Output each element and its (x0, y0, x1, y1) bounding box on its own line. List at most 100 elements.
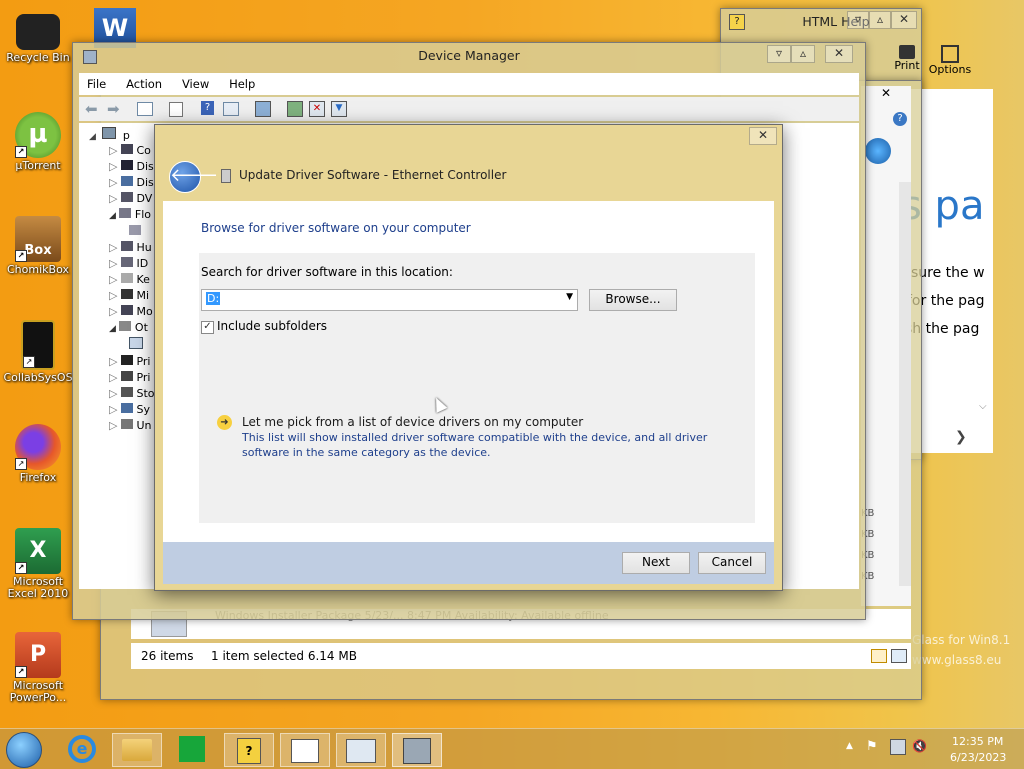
expand-arrow-icon[interactable]: ▷ (109, 355, 117, 368)
next-button[interactable]: Next (622, 552, 690, 574)
maximize-button[interactable]: ▵ (869, 11, 891, 29)
help-icon[interactable]: ? (893, 112, 907, 126)
large-icons-view-icon[interactable] (891, 649, 907, 663)
scroll-down-arrow-icon[interactable]: ⌵ (979, 401, 987, 412)
forward-arrow-icon[interactable]: ➡ (107, 100, 120, 118)
options-button[interactable]: Options (927, 45, 973, 76)
pick-from-list-link[interactable]: ➜ Let me pick from a list of device driv… (217, 413, 737, 463)
expand-arrow-icon[interactable]: ▷ (109, 305, 117, 318)
close-button[interactable]: ✕ (749, 127, 777, 145)
taskbar-device-manager[interactable] (392, 733, 442, 767)
tree-item[interactable]: ◢ Flo (109, 207, 155, 224)
taskbar-file-explorer[interactable] (112, 733, 162, 767)
desktop-icon-collabsysos[interactable]: ↗ CollabSysOS (2, 320, 74, 384)
chevron-down-icon[interactable]: ▼ (566, 292, 573, 302)
network-icon[interactable] (890, 739, 906, 755)
expand-arrow-icon[interactable]: ▷ (109, 273, 117, 286)
tree-item[interactable]: ▷ Dis (109, 175, 155, 191)
collapse-arrow-icon[interactable]: ◢ (109, 324, 116, 334)
collapse-arrow-icon[interactable]: ◢ (109, 211, 116, 221)
tree-item[interactable]: ▷ Sy (109, 402, 155, 418)
minimize-button[interactable]: ▿ (847, 11, 869, 29)
collapse-arrow-icon[interactable]: ◢ (89, 132, 96, 142)
desktop-icon-firefox[interactable]: ↗ Firefox (2, 424, 74, 484)
device-manager-titlebar[interactable]: Device Manager (73, 43, 865, 71)
back-button[interactable]: 🡐 (169, 161, 218, 193)
update-driver-dialog[interactable]: ✕ 🡐 Update Driver Software - Ethernet Co… (154, 124, 783, 591)
expand-arrow-icon[interactable]: ▷ (109, 387, 117, 400)
desktop-icon-recycle-bin[interactable]: Recycle Bin (2, 10, 74, 64)
tree-root[interactable]: ◢ p (89, 127, 130, 142)
desktop-icon-powerpoint[interactable]: P ↗ Microsoft PowerPo... (2, 632, 74, 704)
tree-item[interactable]: ▷ Sto (109, 386, 155, 402)
desktop-icon-excel[interactable]: X ↗ Microsoft Excel 2010 (2, 528, 74, 600)
close-button[interactable]: ✕ (891, 11, 917, 29)
tree-item[interactable] (109, 224, 155, 240)
close-button[interactable]: ✕ (825, 45, 853, 63)
tree-item[interactable]: ▷ Dis (109, 159, 155, 175)
scan-hardware-icon[interactable] (255, 101, 271, 117)
expand-arrow-icon[interactable]: ▷ (109, 160, 117, 173)
tree-item[interactable]: ▷ ID (109, 256, 155, 272)
enable-device-icon[interactable]: ▼ (331, 101, 347, 117)
update-driver-icon[interactable] (287, 101, 303, 117)
expand-arrow-icon[interactable]: ▷ (109, 289, 117, 302)
browse-button[interactable]: Browse... (589, 289, 677, 311)
menu-view[interactable]: View (174, 73, 217, 95)
show-hide-console-tree-icon[interactable] (137, 102, 153, 116)
uninstall-icon[interactable]: ✕ (309, 101, 325, 117)
help-icon[interactable]: ? (201, 101, 214, 115)
vertical-scrollbar[interactable] (899, 182, 911, 586)
tree-item[interactable]: ▷ Co (109, 143, 155, 159)
menu-help[interactable]: Help (221, 73, 263, 95)
tree-item[interactable]: ▷ Mi (109, 288, 155, 304)
back-arrow-icon[interactable]: ⬅ (85, 100, 98, 118)
tree-item[interactable]: ▷ Pri (109, 370, 155, 386)
clock-time[interactable]: 12:35 PM (952, 735, 1003, 748)
print-button[interactable]: Print (887, 45, 927, 72)
tree-item[interactable]: ▷ Pri (109, 354, 155, 370)
details-view-icon[interactable] (871, 649, 887, 663)
tree-item[interactable]: ▷ Ke (109, 272, 155, 288)
expand-arrow-icon[interactable]: ▷ (109, 257, 117, 270)
expand-arrow-icon[interactable]: ▷ (109, 403, 117, 416)
expand-arrow-icon[interactable]: ▷ (109, 176, 117, 189)
expand-arrow-icon[interactable]: ▷ (109, 241, 117, 254)
expand-arrow-icon[interactable]: ▷ (109, 371, 117, 384)
console-icon[interactable] (223, 102, 239, 116)
tree-item[interactable]: ◢ Ot (109, 320, 155, 337)
show-hidden-icons-icon[interactable]: ▲ (846, 741, 853, 751)
close-button[interactable]: ✕ (881, 86, 891, 100)
expand-arrow-icon[interactable]: ▷ (109, 144, 117, 157)
action-center-flag-icon[interactable]: ⚑ (866, 739, 878, 754)
taskbar-performance[interactable] (336, 733, 386, 767)
clock-date[interactable]: 6/23/2023 (950, 751, 1006, 764)
include-subfolders-checkbox[interactable]: ✓ (201, 321, 214, 334)
taskbar-html-help[interactable]: ? (224, 733, 274, 767)
tree-item[interactable]: ▷ Mo (109, 304, 155, 320)
path-combobox[interactable]: D: ▼ (201, 289, 578, 311)
tree-item[interactable]: ▷ DV (109, 191, 155, 207)
desktop-icon-chomikbox[interactable]: Box ↗ ChomikBox (2, 216, 74, 276)
taskbar-store[interactable] (168, 733, 216, 765)
cancel-button[interactable]: Cancel (698, 552, 766, 574)
device-category-icon (120, 305, 133, 315)
properties-icon[interactable] (169, 102, 183, 117)
tree-item[interactable] (109, 337, 155, 354)
menu-file[interactable]: File (79, 73, 114, 95)
expand-arrow-icon[interactable]: ▷ (109, 419, 117, 432)
minimize-button[interactable]: ▿ (767, 45, 791, 63)
volume-muted-icon[interactable]: 🔇 (912, 739, 927, 753)
tree-item-label: DV (136, 192, 153, 205)
taskbar-internet-explorer[interactable]: e (58, 733, 106, 765)
desktop-icon-utorrent[interactable]: µ ↗ µTorrent (2, 112, 74, 172)
menu-action[interactable]: Action (118, 73, 170, 95)
tree-item[interactable]: ▷ Un (109, 418, 155, 434)
start-button[interactable] (2, 732, 46, 768)
expand-arrow-icon[interactable]: ▷ (109, 192, 117, 205)
tree-item[interactable]: ▷ Hu (109, 240, 155, 256)
maximize-button[interactable]: ▵ (791, 45, 815, 63)
unknown-device-icon (129, 337, 143, 349)
taskbar-task-list[interactable] (280, 733, 330, 767)
scroll-right-arrow-icon[interactable]: ❯ (955, 429, 967, 445)
